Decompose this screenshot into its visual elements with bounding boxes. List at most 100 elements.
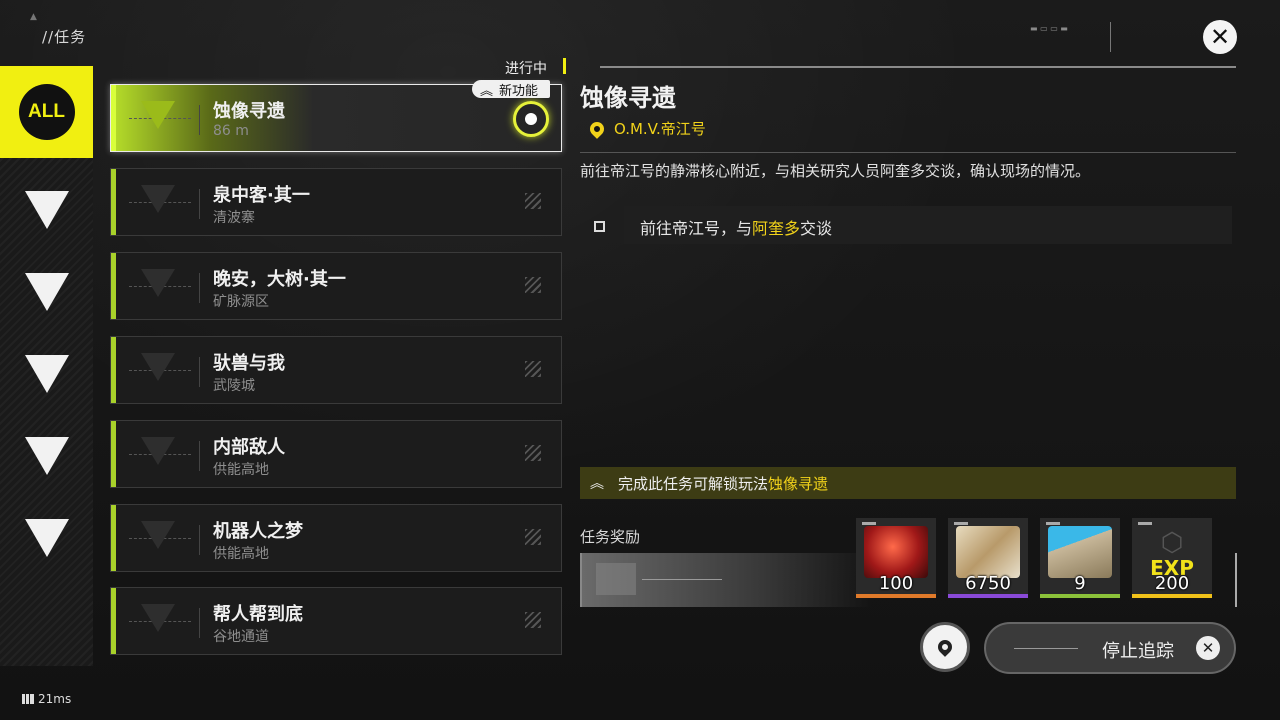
reward-arrow [642,579,722,580]
quest-type-icon [141,521,175,549]
reward-item[interactable]: 9 [1040,518,1120,598]
person-icon [24,355,69,393]
unlock-banner: ︽ 完成此任务可解锁玩法 蚀像寻遗 [580,467,1236,499]
quest-name: 蚀像寻遗 [213,101,285,122]
game-logo-icon: ▲ [30,12,37,22]
objective-checkbox-icon [594,221,605,232]
reward-mark [954,522,968,525]
reward-item[interactable]: ⬡ EXP 200 [1132,518,1212,598]
chevron-up-icon: ︽ [480,83,494,99]
stripe-icon [525,529,541,545]
quest-description: 前往帝江号的静滞核心附近，与相关研究人员阿奎多交谈，确认现场的情况。 [580,162,1091,180]
reward-mark [862,522,876,525]
all-icon: ALL [18,84,75,140]
quest-region: 清波寨 [213,210,255,226]
chevron-up-icon: ︽ [590,476,604,492]
reward-rarity-bar [948,594,1028,598]
compass-icon [24,273,69,311]
quest-item[interactable]: 晚安，大树·其一 矿脉源区 [110,252,562,320]
close-icon: ✕ [1209,23,1231,51]
quest-accent [111,505,116,571]
stripe-icon [525,361,541,377]
latency-value: 21ms [38,692,72,706]
reward-box-strip [580,553,872,607]
quest-accent [111,588,116,654]
reward-strip-end [1235,553,1237,607]
reward-rarity-bar [1132,594,1212,598]
quest-region: 武陵城 [213,378,255,394]
objective-text-post: 交谈 [800,219,833,238]
reward-count: 100 [878,573,914,594]
quest-item[interactable]: 机器人之梦 供能高地 [110,504,562,572]
quest-name: 内部敌人 [213,437,285,458]
nav-item-star[interactable] [0,410,93,502]
endfield-icon [24,191,69,229]
tracking-icon [513,101,549,137]
exp-card-icon [1048,526,1112,578]
stripe-icon [525,277,541,293]
reward-rarity-bar [1040,594,1120,598]
reward-count: 9 [1074,573,1086,594]
reward-item[interactable]: 100 [856,518,936,598]
nav-item-endfield[interactable] [0,164,93,256]
quest-divider [199,105,200,135]
currency-icon [956,526,1020,578]
nav-item-box[interactable] [0,492,93,584]
page-title: //任务 [42,28,87,46]
reward-item[interactable]: 6750 [948,518,1028,598]
close-icon: ✕ [1196,636,1220,660]
quest-type-icon [141,185,175,213]
quest-type-icon [141,353,175,381]
header-rule [600,66,1236,68]
quest-divider [199,273,200,303]
quest-detail-title: 蚀像寻遗 [580,84,676,112]
quest-divider [199,608,200,638]
objective-text: 前往帝江号，与阿奎多交谈 [640,215,832,239]
objective-row: 前往帝江号，与阿奎多交谈 [580,206,1232,244]
quest-divider [199,525,200,555]
close-button[interactable]: ✕ [1203,20,1237,54]
quest-type-icon [141,604,175,632]
locate-button[interactable] [920,622,970,672]
quest-region: 供能高地 [213,462,269,478]
box-icon [24,519,69,557]
stripe-icon [525,193,541,209]
map-pin-icon [935,637,955,657]
button-line [1014,648,1078,649]
nav-item-person[interactable] [0,328,93,420]
reward-count: 200 [1154,573,1190,594]
stripe-icon [525,612,541,628]
quest-accent [111,421,116,487]
category-sidebar: ALL [0,66,93,666]
objective-npc: 阿奎多 [752,219,801,238]
header-decoration: ▬ ▭ ▭ ▬ [1030,24,1068,33]
detail-divider [580,152,1236,153]
quest-distance: 86 m [213,123,249,139]
quest-item[interactable]: 泉中客·其一 清波寨 [110,168,562,236]
star-icon [24,437,69,475]
quest-type-icon [141,101,175,129]
reward-rarity-bar [856,594,936,598]
quest-item[interactable]: 内部敌人 供能高地 [110,420,562,488]
reward-count: 6750 [965,573,1011,594]
latency-indicator: 21ms [22,692,71,706]
reward-box-icon [596,563,636,595]
exp-icon: ⬡ EXP [1140,526,1204,580]
quest-divider [199,441,200,471]
objective-panel: 前往帝江号，与阿奎多交谈 [624,206,1232,244]
quest-location: O.M.V.帝江号 [587,118,706,139]
quest-name: 帮人帮到底 [213,604,303,625]
unlock-text: 完成此任务可解锁玩法 [618,474,769,493]
reward-mark [1046,522,1060,525]
quest-region: 供能高地 [213,546,269,562]
quest-item[interactable]: 帮人帮到底 谷地通道 [110,587,562,655]
quest-accent [111,337,116,403]
quest-type-icon [141,437,175,465]
header-mini-icons [1124,24,1164,38]
quest-name: 泉中客·其一 [213,185,310,206]
quest-name: 机器人之梦 [213,521,303,542]
quest-item[interactable]: 驮兽与我 武陵城 [110,336,562,404]
nav-item-compass[interactable] [0,246,93,338]
stop-tracking-button[interactable]: 停止追踪 ✕ [984,622,1236,674]
nav-item-all[interactable]: ALL [0,66,93,158]
